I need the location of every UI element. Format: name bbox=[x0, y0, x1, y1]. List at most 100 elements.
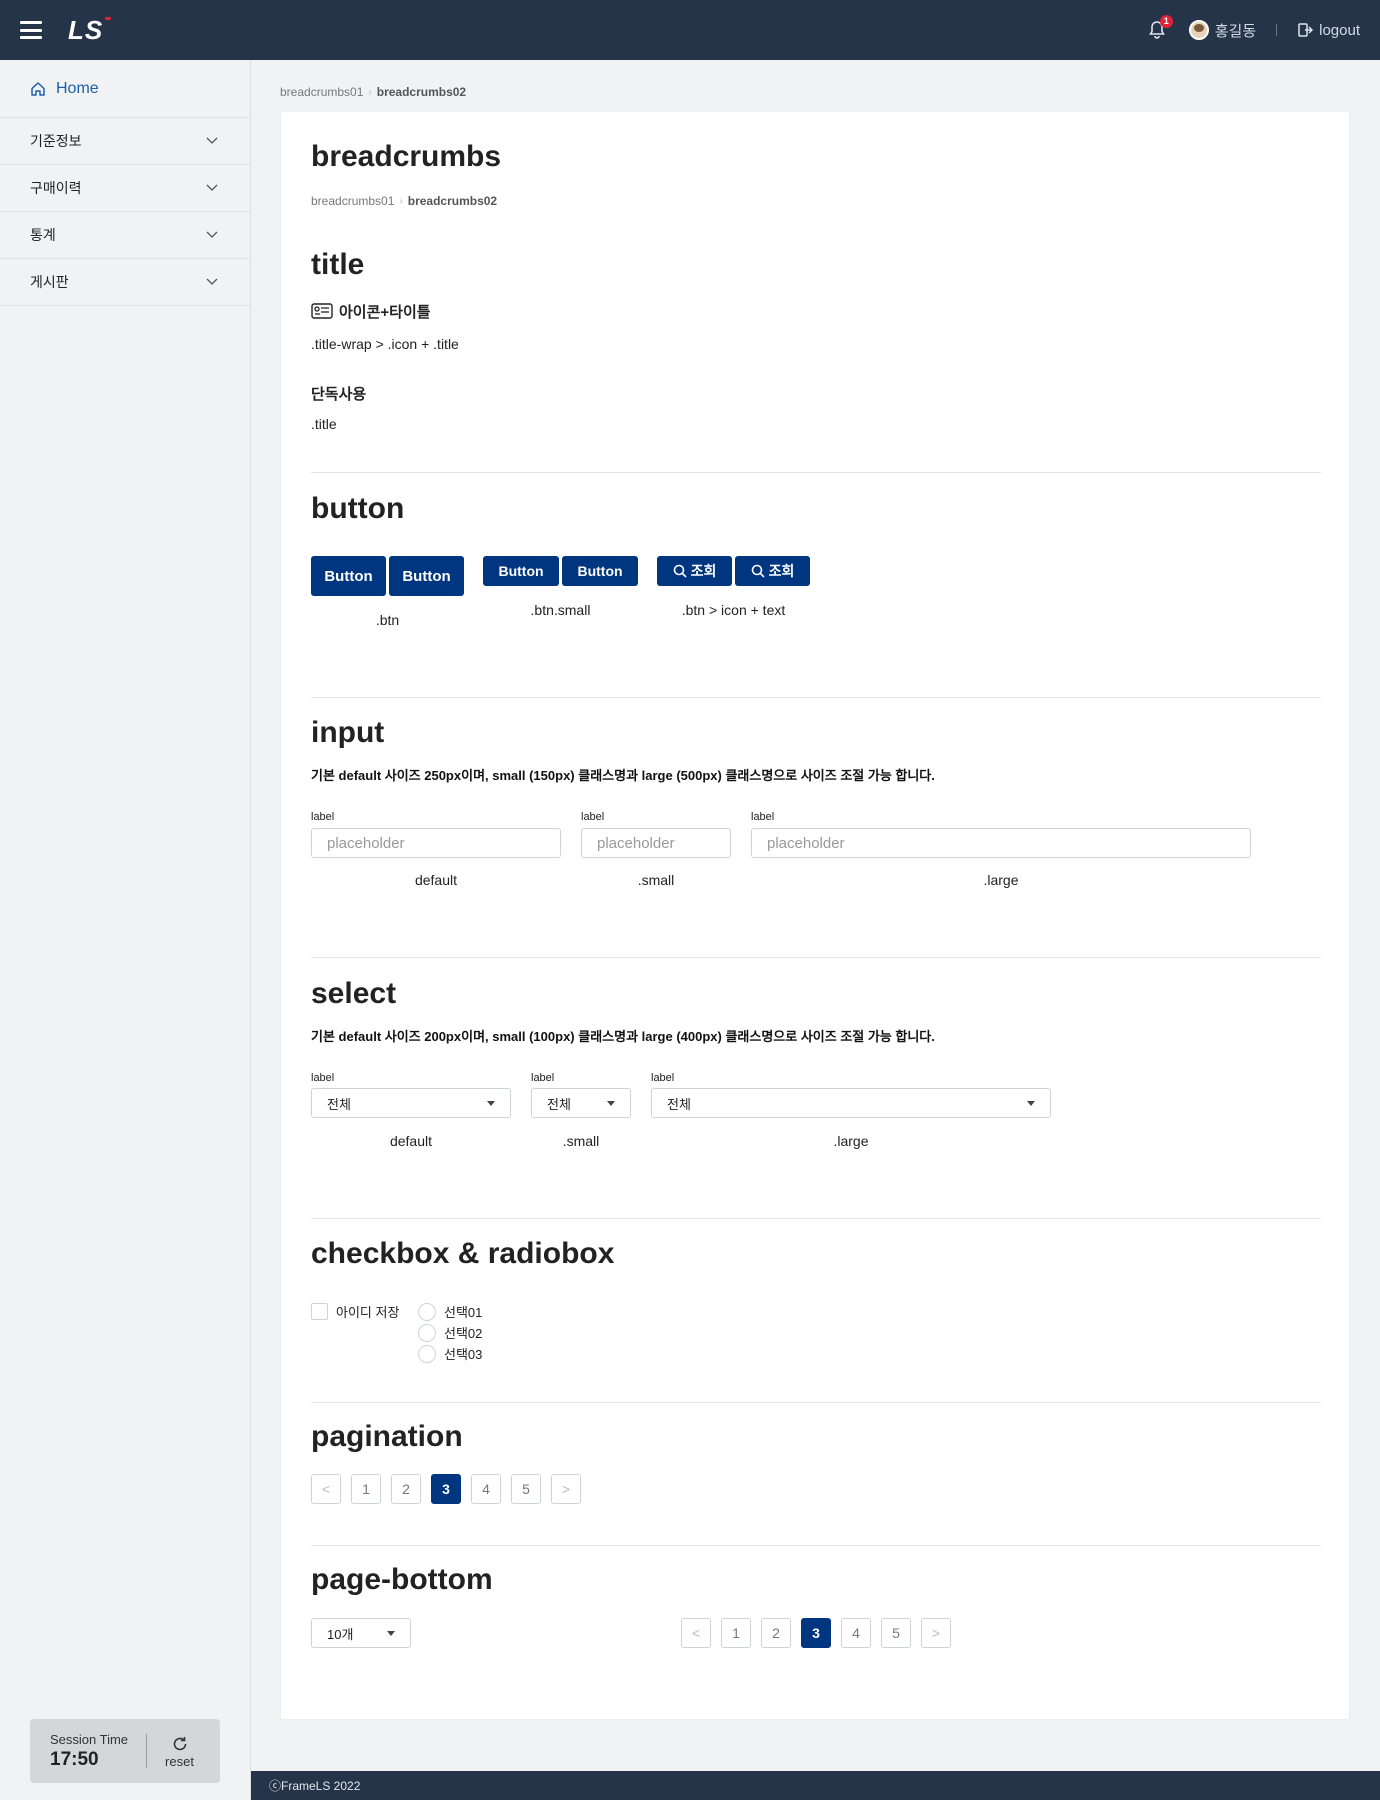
small-input[interactable]: placeholder bbox=[581, 828, 731, 858]
search-icon bbox=[673, 564, 687, 578]
section-title-select: select bbox=[311, 977, 397, 1010]
radio[interactable] bbox=[418, 1302, 436, 1321]
large-select[interactable]: 전체 bbox=[651, 1088, 1051, 1118]
sidebar-item-home[interactable]: Home bbox=[0, 60, 250, 118]
page-size-select[interactable]: 10개 bbox=[311, 1618, 411, 1648]
pagination-page[interactable]: 5 bbox=[881, 1618, 911, 1648]
small-select-caption: .small bbox=[562, 1133, 600, 1149]
breadcrumb-separator-icon: › bbox=[399, 195, 403, 207]
large-input-caption: .large bbox=[983, 872, 1019, 888]
small-select[interactable]: 전체 bbox=[531, 1088, 631, 1118]
search-button[interactable]: 조회 bbox=[735, 556, 810, 586]
save-id-checkbox[interactable]: 아이디 저장 bbox=[311, 1302, 399, 1321]
logo[interactable]: LS bbox=[68, 14, 112, 46]
search-button[interactable]: 조회 bbox=[657, 556, 732, 586]
pagination-page[interactable]: 2 bbox=[391, 1474, 421, 1504]
section-title-checkbox: checkbox & radiobox bbox=[311, 1237, 615, 1270]
pagination-prev-button[interactable]: < bbox=[311, 1474, 341, 1504]
pagination-next-button[interactable]: > bbox=[921, 1618, 951, 1648]
section-title-input: input bbox=[311, 716, 385, 749]
caret-down-icon bbox=[487, 1100, 495, 1106]
breadcrumb-item[interactable]: breadcrumbs01 bbox=[280, 85, 363, 99]
small-btn-caption: .btn.small bbox=[530, 602, 591, 618]
reset-label: reset bbox=[165, 1753, 194, 1769]
pagination: < 1 2 3 4 5 > bbox=[311, 1474, 581, 1504]
section-title-pagination: pagination bbox=[311, 1420, 463, 1453]
radio-option[interactable]: 선택03 bbox=[418, 1344, 482, 1363]
sidebar-item-statistics[interactable]: 통계 bbox=[0, 212, 250, 259]
section-title-title: title bbox=[311, 248, 365, 281]
logout-button[interactable]: logout bbox=[1297, 22, 1360, 39]
input-description: 기본 default 사이즈 250px이며, small (150px) 클래… bbox=[311, 768, 935, 783]
checkbox[interactable] bbox=[311, 1303, 328, 1320]
small-button[interactable]: Button bbox=[483, 556, 559, 586]
radio[interactable] bbox=[418, 1344, 436, 1363]
radio-label: 선택03 bbox=[444, 1347, 483, 1362]
radio-option[interactable]: 선택02 bbox=[418, 1323, 482, 1342]
home-icon bbox=[31, 81, 45, 96]
solo-title-text: 단독사용 bbox=[311, 386, 367, 403]
chevron-down-icon bbox=[206, 184, 218, 191]
pagination-page-active[interactable]: 3 bbox=[431, 1474, 461, 1504]
pagination-prev-button[interactable]: < bbox=[681, 1618, 711, 1648]
search-icon bbox=[751, 564, 765, 578]
logo-text: LS bbox=[68, 14, 104, 45]
session-time-value: 17:50 bbox=[50, 1748, 99, 1770]
select-value: 전체 bbox=[547, 1096, 571, 1112]
small-input-caption: .small bbox=[637, 872, 675, 888]
sidebar-item-purchase-history[interactable]: 구매이력 bbox=[0, 165, 250, 212]
refresh-icon bbox=[173, 1736, 186, 1750]
select-value: 10개 bbox=[327, 1626, 354, 1642]
pagination-page[interactable]: 4 bbox=[841, 1618, 871, 1648]
logout-icon bbox=[1298, 23, 1314, 37]
select-label: label bbox=[531, 1072, 555, 1084]
pagination-page[interactable]: 2 bbox=[761, 1618, 791, 1648]
session-reset-button[interactable]: reset bbox=[165, 1734, 194, 1769]
pagination-next-button[interactable]: > bbox=[551, 1474, 581, 1504]
sample-button[interactable]: Button bbox=[389, 556, 464, 596]
search-button-label: 조회 bbox=[768, 563, 795, 579]
pagination-page[interactable]: 1 bbox=[721, 1618, 751, 1648]
icon-title-text: 아이콘+타이틀 bbox=[339, 304, 431, 321]
radio-group: 선택01 선택02 선택03 bbox=[418, 1302, 482, 1363]
default-input[interactable]: placeholder bbox=[311, 828, 561, 858]
pagination-page[interactable]: 4 bbox=[471, 1474, 501, 1504]
hamburger-menu-icon[interactable] bbox=[20, 21, 42, 39]
radio-label: 선택01 bbox=[444, 1305, 483, 1320]
pagination-page[interactable]: 1 bbox=[351, 1474, 381, 1504]
select-description: 기본 default 사이즈 200px이며, small (100px) 클래… bbox=[311, 1029, 935, 1044]
sidebar-item-label: 구매이력 bbox=[30, 180, 82, 196]
select-value: 전체 bbox=[327, 1096, 351, 1112]
default-select-caption: default bbox=[389, 1133, 433, 1149]
sidebar-item-label: 기준정보 bbox=[30, 133, 82, 149]
radio[interactable] bbox=[418, 1323, 436, 1342]
copyright-text: ⓒFrameLS 2022 bbox=[269, 1779, 361, 1793]
content-card: breadcrumbs breadcrumbs01 › breadcrumbs0… bbox=[280, 111, 1350, 1720]
large-input[interactable]: placeholder bbox=[751, 828, 1251, 858]
radio-option[interactable]: 선택01 bbox=[418, 1302, 482, 1321]
session-timer: Session Time 17:50 reset bbox=[30, 1719, 220, 1783]
section-title-button: button bbox=[311, 492, 405, 525]
session-time-label: Session Time bbox=[50, 1731, 129, 1747]
default-input-caption: default bbox=[414, 872, 458, 888]
search-button-label: 조회 bbox=[690, 563, 717, 579]
top-bar: LS 1 홍길동 logout bbox=[0, 0, 1380, 60]
sidebar-item-board[interactable]: 게시판 bbox=[0, 259, 250, 306]
avatar[interactable] bbox=[1188, 20, 1209, 40]
user-name[interactable]: 홍길동 bbox=[1215, 20, 1256, 41]
chevron-down-icon bbox=[206, 278, 218, 285]
solo-title-class: .title bbox=[311, 416, 337, 432]
input-label: label bbox=[751, 811, 775, 823]
home-label: Home bbox=[56, 79, 99, 97]
pagination-page-active[interactable]: 3 bbox=[801, 1618, 831, 1648]
notification-bell-icon[interactable]: 1 bbox=[1147, 15, 1173, 40]
pagination-page[interactable]: 5 bbox=[511, 1474, 541, 1504]
sidebar-item-reference-info[interactable]: 기준정보 bbox=[0, 118, 250, 165]
default-select[interactable]: 전체 bbox=[311, 1088, 511, 1118]
small-button[interactable]: Button bbox=[562, 556, 638, 586]
sample-button[interactable]: Button bbox=[311, 556, 386, 596]
icon-title-class: .title-wrap > .icon + .title bbox=[311, 336, 459, 352]
icon-btn-caption: .btn > icon + text bbox=[681, 602, 786, 618]
breadcrumb-item[interactable]: breadcrumbs01 bbox=[311, 194, 394, 208]
caret-down-icon bbox=[1027, 1100, 1035, 1106]
